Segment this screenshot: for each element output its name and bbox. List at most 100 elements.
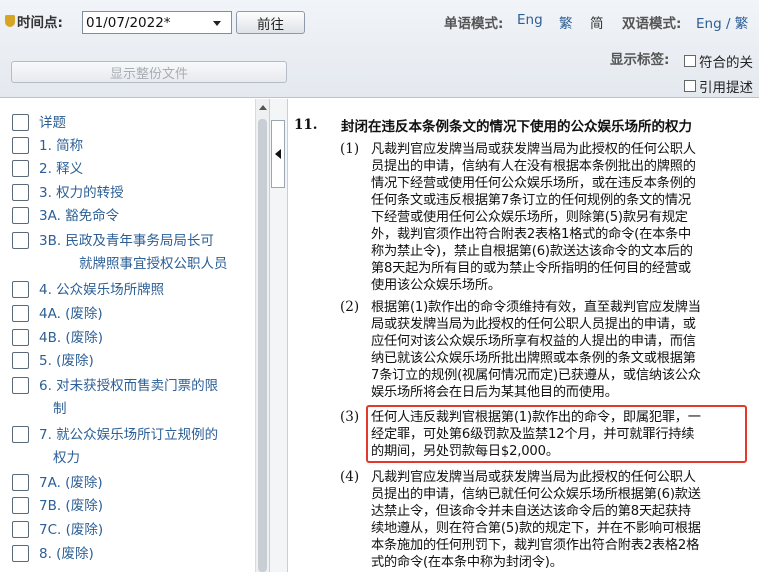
toc-scrollbar[interactable] — [255, 99, 269, 572]
tag-option-matched[interactable]: 符合的关 — [684, 51, 753, 71]
date-value: 01/07/2022* — [86, 14, 171, 31]
scrollbar-thumb[interactable] — [258, 119, 267, 572]
dual-mode-label: 双语模式: — [622, 16, 682, 32]
toc-label[interactable]: 4B. (废除) — [39, 327, 103, 350]
toc-item[interactable]: 4B. (废除) — [12, 327, 103, 350]
toc-label[interactable]: 3B. 民政及青年事务局局长可 就牌照事宜授权公职人员 — [39, 230, 228, 276]
toc-label-line1[interactable]: 3B. 民政及青年事务局局长可 — [39, 233, 214, 249]
toc-item[interactable]: 3. 权力的转授 — [12, 182, 124, 205]
text-line: 达禁止令，但该命令并未自送达该命令后的第8天起获持 — [371, 504, 691, 519]
document-content: 11. 封闭在违反本条例条文的情况下使用的公众娱乐场所的权力 (1) 凡裁判官应… — [289, 99, 759, 572]
dual-mode-link[interactable]: Eng / 繁 — [696, 12, 748, 32]
toc-label[interactable]: 4A. (废除) — [39, 303, 103, 326]
references-checkbox[interactable] — [684, 80, 696, 92]
toc-label[interactable]: 2. 释义 — [39, 158, 83, 181]
toc-checkbox[interactable] — [12, 232, 29, 249]
toc-checkbox[interactable] — [12, 474, 29, 491]
toc-label[interactable]: 6. 对未获授权而售卖门票的限 制 — [39, 375, 218, 421]
text-line: 员提出的申请，信纳已就任何公众娱乐场所根据第(6)款送 — [371, 487, 701, 502]
toc-item[interactable]: 4. 公众娱乐场所牌照 — [12, 279, 164, 302]
text-line: 外，裁判官须作出符合附表2表格1格式的命令(在本条中 — [371, 227, 692, 242]
text-line: 任何条文或违反根据第7条订立的任何规例的条文的情况 — [371, 193, 691, 208]
chevron-left-icon — [275, 149, 281, 159]
single-mode-eng-link[interactable]: Eng — [517, 12, 543, 28]
toc-item[interactable]: 7B. (废除) — [12, 495, 103, 518]
toc-item[interactable]: 6. 对未获授权而售卖门票的限 制 — [12, 375, 218, 421]
date-label: 时间点: — [17, 15, 63, 31]
toc-label-line2[interactable]: 权力 — [39, 450, 80, 466]
section-number: 11. — [294, 117, 318, 133]
toc-checkbox[interactable] — [12, 305, 29, 322]
text-line: 使用该公众娱乐场所。 — [371, 278, 501, 293]
toc-label[interactable]: 详题 — [39, 112, 66, 135]
toc-checkbox[interactable] — [12, 352, 29, 369]
toolbar: 时间点: 01/07/2022* 前往 单语模式: Eng 繁 简 双语模式: … — [0, 0, 759, 98]
text-line: 凡裁判官应发牌当局或获发牌当局为此授权的任何公职人 — [371, 470, 696, 485]
toc-item[interactable]: 2. 释义 — [12, 158, 83, 181]
references-label: 引用提述 — [699, 80, 753, 96]
toc-checkbox[interactable] — [12, 329, 29, 346]
toc-checkbox[interactable] — [12, 160, 29, 177]
toc-checkbox[interactable] — [12, 497, 29, 514]
toc-checkbox[interactable] — [12, 207, 29, 224]
show-full-document-button[interactable]: 显示整份文件 — [11, 61, 287, 83]
toc-label-line2[interactable]: 制 — [39, 401, 67, 417]
toc-label[interactable]: 5. (废除) — [39, 350, 94, 373]
toc-checkbox[interactable] — [12, 377, 29, 394]
toc-item[interactable]: 7A. (废除) — [12, 472, 103, 495]
toc-item[interactable]: 详题 — [12, 112, 66, 135]
text-line: 式的命令(在本条中称为封闭令)。 — [371, 555, 563, 570]
scroll-up-icon[interactable] — [259, 105, 267, 110]
toc-label-line1[interactable]: 7. 就公众娱乐场所订立规例的 — [39, 427, 218, 443]
toc-label[interactable]: 7A. (废除) — [39, 472, 103, 495]
text-line: 称为禁止令)，禁止自根据第(6)款送达该命令的文本后的 — [371, 244, 693, 259]
matched-checkbox[interactable] — [684, 55, 696, 67]
single-mode-trad-link[interactable]: 繁 — [559, 12, 573, 32]
single-mode-simp-current: 简 — [590, 16, 604, 32]
toc-item[interactable]: 7. 就公众娱乐场所订立规例的 权力 — [12, 424, 218, 470]
toc-item[interactable]: 1. 简称 — [12, 135, 83, 158]
toc-label[interactable]: 1. 简称 — [39, 135, 83, 158]
text-line: 情况下经营或使用任何公众娱乐场所，或在违反本条例的 — [371, 176, 696, 191]
toc-label[interactable]: 7B. (废除) — [39, 495, 103, 518]
text-line: 第8天起为所有目的或为禁止令所指明的任何目的经营或 — [371, 261, 691, 276]
toc-checkbox[interactable] — [12, 426, 29, 443]
text-line: 员提出的申请，信纳有人在没有根据本条例批出的牌照的 — [371, 159, 696, 174]
toc-label[interactable]: 3A. 豁免命令 — [39, 205, 119, 228]
subsection-number: (2) — [340, 299, 360, 315]
toc-item[interactable]: 5. (废除) — [12, 350, 94, 373]
toc-checkbox[interactable] — [12, 521, 29, 538]
text-line: 本条施加的任何刑罚下，裁判官须作出符合附表2表格2格 — [371, 538, 700, 553]
subsection-text: 根据第(1)款作出的命令须维持有效，直至裁判官应发牌当 局或获发牌当局为此授权的… — [371, 299, 743, 401]
toc-item[interactable]: 3A. 豁免命令 — [12, 205, 119, 228]
date-select[interactable]: 01/07/2022* — [82, 11, 232, 34]
toc-item[interactable]: 3B. 民政及青年事务局局长可 就牌照事宜授权公职人员 — [12, 230, 228, 276]
tag-option-references[interactable]: 引用提述 — [684, 76, 753, 96]
highlight-annotation — [366, 405, 747, 463]
toc-label[interactable]: 7C. (废除) — [39, 519, 103, 542]
section-title: 封闭在违反本条例条文的情况下使用的公众娱乐场所的权力 — [341, 119, 692, 135]
toc-label-line2[interactable]: 就牌照事宜授权公职人员 — [39, 256, 228, 272]
text-line: 根据第(1)款作出的命令须维持有效，直至裁判官应发牌当 — [371, 300, 701, 315]
toc-label-line1[interactable]: 6. 对未获授权而售卖门票的限 — [39, 378, 218, 394]
table-of-contents: 详题 1. 简称 2. 释义 3. 权力的转授 3A. 豁免命令 3B. 民政及… — [0, 99, 270, 572]
collapse-toc-button[interactable] — [271, 120, 285, 188]
go-button[interactable]: 前往 — [236, 11, 305, 34]
text-line: 局或获发牌当局为此授权的任何公职人员提出的申请，或 — [371, 317, 696, 332]
toc-label[interactable]: 4. 公众娱乐场所牌照 — [39, 279, 164, 302]
toc-label[interactable]: 3. 权力的转授 — [39, 182, 124, 205]
subsection-number: (4) — [340, 469, 360, 485]
toc-label[interactable]: 8. (废除) — [39, 543, 94, 566]
toc-item[interactable]: 7C. (废除) — [12, 519, 103, 542]
toc-checkbox[interactable] — [12, 184, 29, 201]
toc-checkbox[interactable] — [12, 281, 29, 298]
text-line: 娱乐场所将会在日后为某其他目的而使用。 — [371, 385, 618, 400]
chevron-down-icon[interactable] — [213, 21, 221, 26]
toc-label[interactable]: 7. 就公众娱乐场所订立规例的 权力 — [39, 424, 218, 470]
toc-item[interactable]: 8. (废除) — [12, 543, 94, 566]
text-line: 续地遵从，则在符合第(5)款的规定下，并在不影响可根据 — [371, 521, 701, 536]
toc-checkbox[interactable] — [12, 545, 29, 562]
toc-item[interactable]: 4A. (废除) — [12, 303, 103, 326]
toc-checkbox[interactable] — [12, 114, 29, 131]
toc-checkbox[interactable] — [12, 137, 29, 154]
